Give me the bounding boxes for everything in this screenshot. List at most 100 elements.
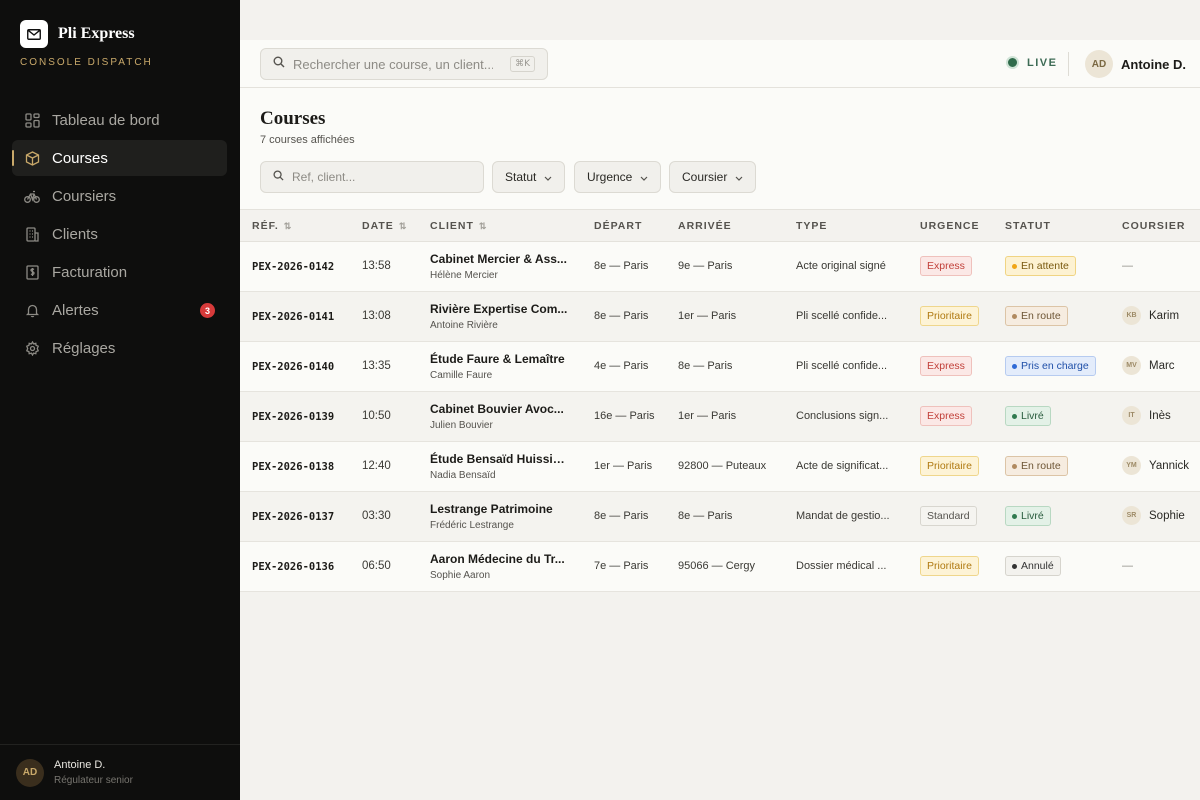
arrival: 1er — Paris [678,310,737,322]
table-row[interactable]: PEX-2026-0140 13:35 Étude Faure & Lemaître… [240,342,1200,392]
topbar-user-menu[interactable]: AD Antoine D. [1085,50,1186,78]
sidebar-item-alerts[interactable]: Alertes 3 [12,292,227,328]
filter-courier-button[interactable]: Coursier [669,161,757,193]
brand[interactable]: Pli Express [20,20,135,48]
courier[interactable]: KB Karim [1122,306,1179,325]
table-row[interactable]: PEX-2026-0139 10:50 Cabinet Bouvier Avoc..… [240,392,1200,442]
sidebar-item-label: Clients [52,225,98,243]
courier-name: Inès [1149,409,1171,422]
course-ref[interactable]: PEX-2026-0142 [252,261,334,273]
filter-search-input[interactable] [292,170,472,184]
course-ref[interactable]: PEX-2026-0140 [252,361,334,373]
status-badge: En route [1005,456,1068,476]
global-search[interactable]: ⌘K [260,48,548,80]
sidebar-item-settings[interactable]: Réglages [12,330,227,366]
filter-label: Urgence [587,170,633,184]
invoice-icon [24,264,40,280]
client-contact: Sophie Aaron [430,570,491,581]
urgency-badge: Express [920,356,972,376]
course-ref[interactable]: PEX-2026-0139 [252,411,334,423]
search-icon [273,55,285,73]
client-name: Aaron Médecine du Tr... [430,552,565,566]
alert-count-badge: 3 [200,303,215,318]
header-ref[interactable]: RÉF. ⇅ [252,220,292,232]
table-row[interactable]: PEX-2026-0138 12:40 Étude Bensaïd Huissier… [240,442,1200,492]
no-courier: — [1122,560,1133,572]
sidebar-item-label: Facturation [52,263,128,281]
filter-search[interactable] [260,161,484,193]
courier[interactable]: MV Marc [1122,356,1175,375]
header-urgence: URGENCE [920,220,980,232]
urgency-badge: Express [920,406,972,426]
departure: 4e — Paris [594,360,649,372]
courses-panel: Courses 7 courses affichées Statut Urgen… [240,88,1200,592]
course-date: 13:35 [362,360,391,372]
chevron-down-icon [640,170,648,184]
sidebar-item-clients[interactable]: Clients [12,216,227,252]
table-row[interactable]: PEX-2026-0141 13:08 Rivière Expertise Com.… [240,292,1200,342]
package-icon [24,150,40,166]
course-date: 03:30 [362,510,391,522]
courier-name: Yannick [1149,459,1190,472]
client-name: Cabinet Bouvier Avoc... [430,402,564,416]
topbar: ⌘K LIVE AD Antoine D. [240,40,1200,88]
header-coursier: COURSIER [1122,220,1186,232]
sidebar-user-profile[interactable]: AD Antoine D. Régulateur senior [0,744,240,800]
table-row[interactable]: PEX-2026-0142 13:58 Cabinet Mercier & Ass.… [240,242,1200,292]
table-row[interactable]: PEX-2026-0136 06:50 Aaron Médecine du Tr..… [240,542,1200,592]
urgency-badge: Prioritaire [920,306,979,326]
client-contact: Frédéric Lestrange [430,520,514,531]
chevron-down-icon [735,170,743,184]
course-date: 13:08 [362,310,391,322]
filter-label: Coursier [682,170,728,184]
avatar: KB [1122,306,1141,325]
live-indicator: LIVE [1006,56,1057,69]
no-courier: — [1122,260,1133,272]
urgency-badge: Express [920,256,972,276]
client-contact: Hélène Mercier [430,270,498,281]
departure: 8e — Paris [594,310,649,322]
dashboard-icon [24,112,40,128]
live-dot-icon [1006,56,1019,69]
avatar: IT [1122,406,1141,425]
user-role: Régulateur senior [54,775,133,786]
sidebar-item-courses[interactable]: Courses [12,140,227,176]
filter-status-button[interactable]: Statut [492,161,566,193]
client-name: Lestrange Patrimoine [430,502,553,516]
departure: 16e — Paris [594,410,655,422]
header-client[interactable]: CLIENT ⇅ [430,220,487,232]
header-date[interactable]: DATE ⇅ [362,220,407,232]
table-body: PEX-2026-0142 13:58 Cabinet Mercier & Ass.… [240,242,1200,592]
header-depart: DÉPART [594,220,643,232]
page-title: Courses [260,108,326,129]
courier[interactable]: IT Inès [1122,406,1171,425]
status-badge: Livré [1005,406,1051,426]
page-subtitle: 7 courses affichées [260,134,355,146]
status-dot-icon [1012,413,1017,419]
envelope-logo-icon [20,20,48,48]
table-row[interactable]: PEX-2026-0137 03:30 Lestrange Patrimoine Fr… [240,492,1200,542]
departure: 1er — Paris [594,460,653,472]
urgency-badge: Standard [920,506,977,526]
course-ref[interactable]: PEX-2026-0138 [252,461,334,473]
sidebar-item-dashboard[interactable]: Tableau de bord [12,102,227,138]
arrival: 8e — Paris [678,360,733,372]
departure: 8e — Paris [594,260,649,272]
building-icon [24,226,40,242]
course-ref[interactable]: PEX-2026-0136 [252,561,334,573]
client-contact: Nadia Bensaïd [430,470,496,481]
sidebar-item-couriers[interactable]: Coursiers [12,178,227,214]
courier[interactable]: SR Sophie [1122,506,1185,525]
sidebar-item-billing[interactable]: Facturation [12,254,227,290]
courier-name: Karim [1149,309,1180,322]
course-ref[interactable]: PEX-2026-0137 [252,511,334,523]
course-ref[interactable]: PEX-2026-0141 [252,311,334,323]
courier[interactable]: YM Yannick [1122,456,1189,475]
search-input[interactable] [293,56,493,72]
header-type: TYPE [796,220,828,232]
status-dot-icon [1012,463,1017,469]
courier-name: Sophie [1149,509,1185,522]
filter-urgency-button[interactable]: Urgence [574,161,662,193]
departure: 8e — Paris [594,510,649,522]
departure: 7e — Paris [594,560,649,572]
